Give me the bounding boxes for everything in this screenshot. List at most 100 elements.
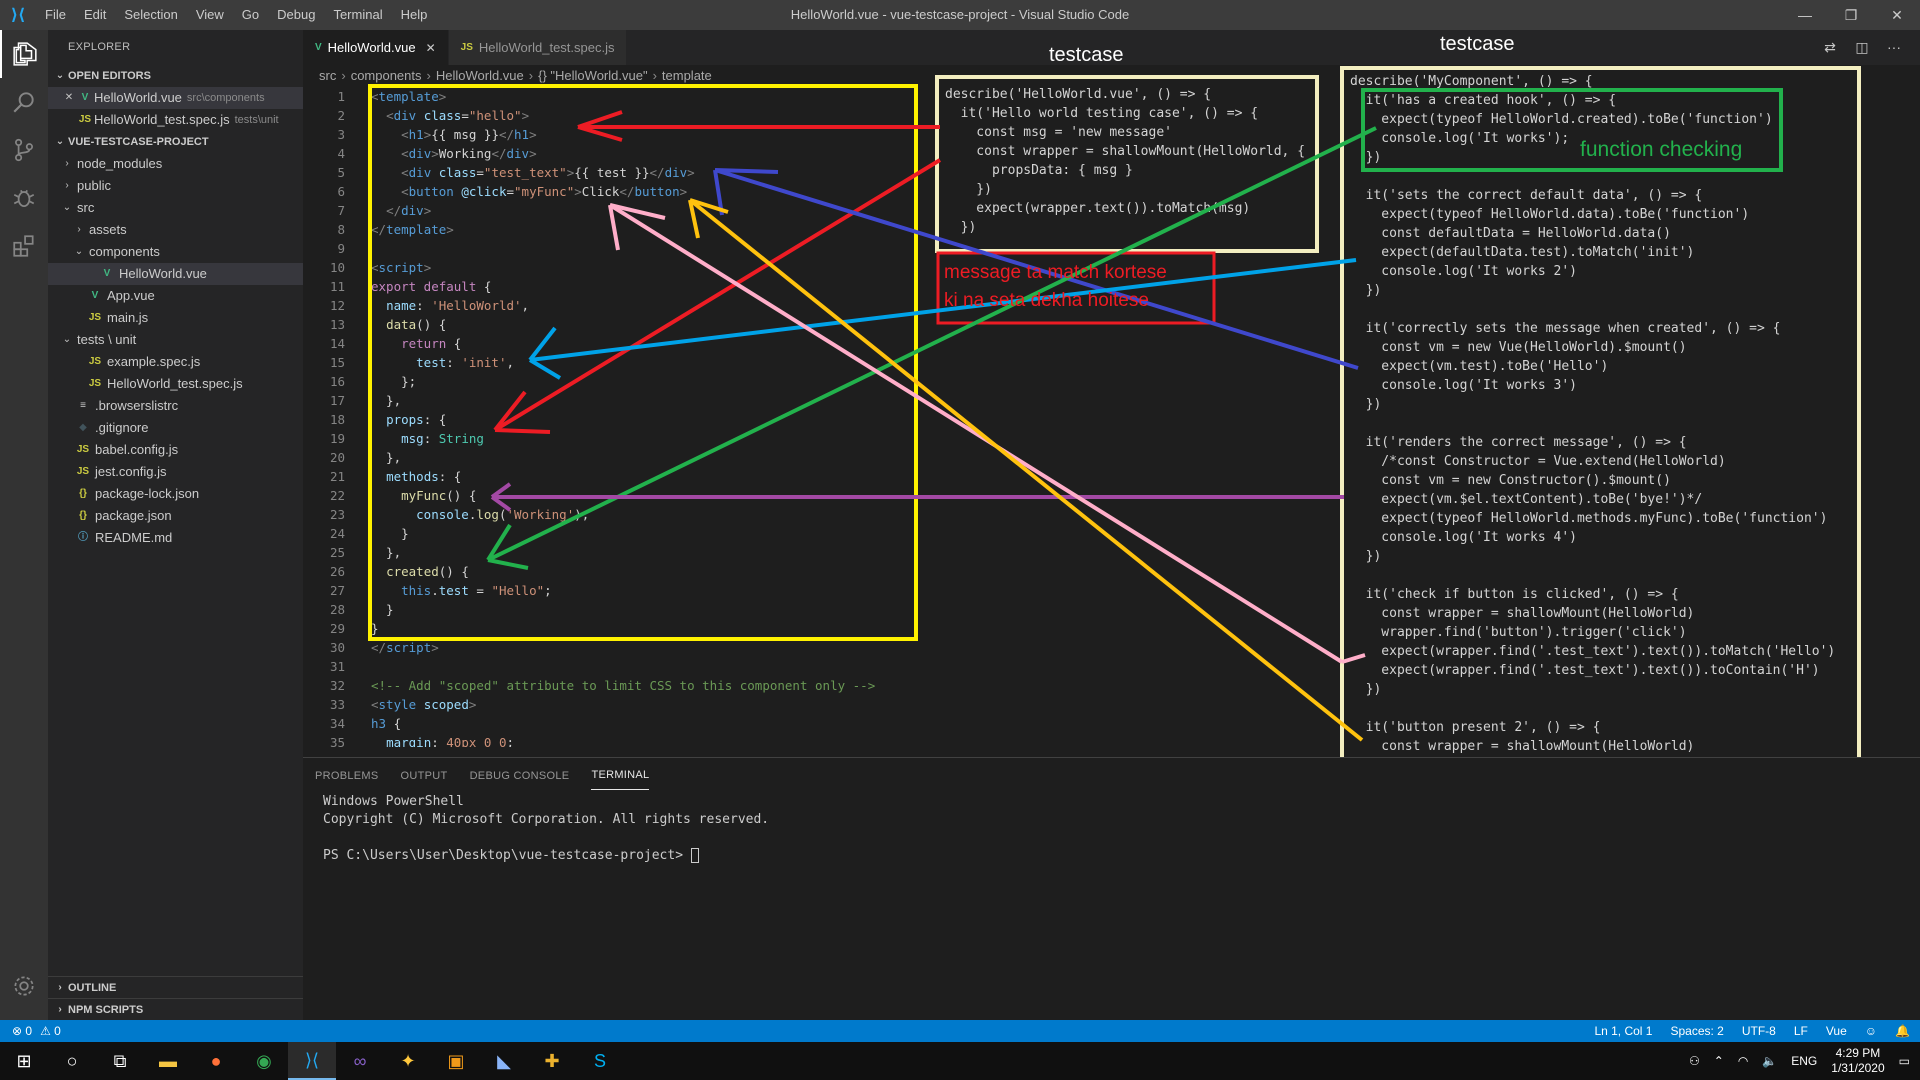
errors-count[interactable]: ⊗ 0 xyxy=(12,1024,32,1038)
menu-file[interactable]: File xyxy=(36,0,75,30)
warnings-count[interactable]: ⚠ 0 xyxy=(40,1024,61,1038)
project-header[interactable]: ⌄ VUE-TESTCASE-PROJECT xyxy=(48,131,303,153)
close-icon[interactable]: ✕ xyxy=(1874,0,1920,30)
line-number-text: 12 xyxy=(329,298,345,313)
testcase-code-line: expect(defaultData.test).toMatch('init') xyxy=(1350,245,1695,260)
file-tree-item[interactable]: JS main.js xyxy=(48,307,303,329)
source-control-icon[interactable] xyxy=(0,126,48,174)
open-editor-item[interactable]: JS HelloWorld_test.spec.js tests\unit xyxy=(48,109,303,131)
breadcrumb-item[interactable]: HelloWorld.vue xyxy=(436,65,524,87)
vscode-taskbar-icon[interactable]: ⟩⟨ xyxy=(288,1042,336,1080)
panel-tab-output[interactable]: OUTPUT xyxy=(401,762,448,790)
file-tree-item[interactable]: › node_modules xyxy=(48,153,303,175)
breadcrumb-item[interactable]: {} "HelloWorld.vue" xyxy=(538,65,647,87)
indentation[interactable]: Spaces: 2 xyxy=(1670,1024,1723,1038)
file-tree-item[interactable]: {} package-lock.json xyxy=(48,483,303,505)
file-tree-item[interactable]: ⓘ README.md xyxy=(48,527,303,549)
file-tree-item[interactable]: › assets xyxy=(48,219,303,241)
breadcrumb-item[interactable]: components xyxy=(351,65,422,87)
open-changes-icon[interactable]: ⇄ xyxy=(1814,30,1846,65)
minimize-icon[interactable]: — xyxy=(1782,0,1828,30)
file-tree-item[interactable]: ◆ .gitignore xyxy=(48,417,303,439)
extensions-icon[interactable] xyxy=(0,222,48,270)
breadcrumb-item[interactable]: template xyxy=(662,65,712,87)
skype-icon[interactable]: S xyxy=(576,1042,624,1080)
menu-help[interactable]: Help xyxy=(392,0,437,30)
menu-view[interactable]: View xyxy=(187,0,233,30)
testcase-code-line: it('correctly sets the message when crea… xyxy=(1350,321,1781,336)
debug-icon[interactable] xyxy=(0,174,48,222)
file-tree-item[interactable]: › public xyxy=(48,175,303,197)
menu-selection[interactable]: Selection xyxy=(115,0,186,30)
testcase-code-line: expect(wrapper.find('.test_text').text()… xyxy=(1350,663,1820,678)
action-center-icon[interactable]: ▭ xyxy=(1899,1054,1910,1068)
close-icon[interactable]: ✕ xyxy=(62,87,76,109)
clock[interactable]: 4:29 PM 1/31/2020 xyxy=(1831,1046,1884,1076)
file-tree-item[interactable]: JS example.spec.js xyxy=(48,351,303,373)
file-tree-item[interactable]: {} package.json xyxy=(48,505,303,527)
app-icon-1[interactable]: ✦ xyxy=(384,1042,432,1080)
breadcrumb-item[interactable]: src xyxy=(319,65,336,87)
slack-icon[interactable]: ✚ xyxy=(528,1042,576,1080)
chrome-icon[interactable]: ◉ xyxy=(240,1042,288,1080)
terminal-line-text: Windows PowerShell xyxy=(323,794,464,809)
start-icon[interactable]: ⊞ xyxy=(0,1042,48,1080)
chevron-right-icon: › xyxy=(58,1003,62,1015)
tab-helloworld-test-spec[interactable]: JS HelloWorld_test.spec.js xyxy=(448,30,628,65)
outline-header[interactable]: › OUTLINE xyxy=(48,976,303,998)
file-tree-item[interactable]: ⌄ tests \ unit xyxy=(48,329,303,351)
terminal-output[interactable]: Windows PowerShell Copyright (C) Microsof… xyxy=(303,793,1920,865)
open-editor-item[interactable]: ✕ V HelloWorld.vue src\components xyxy=(48,87,303,109)
tray-chevron-icon[interactable]: ⌃ xyxy=(1714,1054,1724,1068)
menu-debug[interactable]: Debug xyxy=(268,0,324,30)
file-tree-item[interactable]: JS HelloWorld_test.spec.js xyxy=(48,373,303,395)
more-actions-icon[interactable]: ··· xyxy=(1878,30,1910,65)
encoding[interactable]: UTF-8 xyxy=(1742,1024,1776,1038)
menu-edit[interactable]: Edit xyxy=(75,0,115,30)
tab-list: V HelloWorld.vue ✕ JS HelloWorld_test.spec.j… xyxy=(303,30,628,65)
cortana-icon[interactable]: ○ xyxy=(48,1042,96,1080)
cursor-position[interactable]: Ln 1, Col 1 xyxy=(1594,1024,1652,1038)
language-mode[interactable]: Vue xyxy=(1826,1024,1847,1038)
restore-icon[interactable]: ❐ xyxy=(1828,0,1874,30)
explorer-icon[interactable] xyxy=(0,30,48,78)
file-tree-item[interactable]: V App.vue xyxy=(48,285,303,307)
notifications-icon[interactable]: 🔔 xyxy=(1895,1024,1910,1038)
file-tree-item[interactable]: V HelloWorld.vue xyxy=(48,263,303,285)
visual-studio-icon[interactable]: ∞ xyxy=(336,1042,384,1080)
testcase-panel-1: describe('HelloWorld.vue', () => { it('H… xyxy=(937,77,1317,251)
panel-tab-problems[interactable]: PROBLEMS xyxy=(315,762,379,790)
firefox-icon[interactable]: ● xyxy=(192,1042,240,1080)
manage-gear-icon[interactable] xyxy=(0,962,48,1010)
file-tree-item[interactable]: ⌄ components xyxy=(48,241,303,263)
npm-scripts-header[interactable]: › NPM SCRIPTS xyxy=(48,998,303,1020)
file-tree-item[interactable]: ≡ .browserslistrc xyxy=(48,395,303,417)
app-icon-2[interactable]: ▣ xyxy=(432,1042,480,1080)
network-icon[interactable]: ◠ xyxy=(1738,1054,1748,1068)
split-editor-icon[interactable]: ◫ xyxy=(1846,30,1878,65)
language-indicator[interactable]: ENG xyxy=(1791,1054,1817,1068)
breadcrumb-separator-icon: › xyxy=(426,68,431,83)
menu-terminal[interactable]: Terminal xyxy=(324,0,391,30)
panel-tab-terminal[interactable]: TERMINAL xyxy=(591,761,650,790)
file-explorer-icon[interactable]: ▬ xyxy=(144,1042,192,1080)
file-tree-item[interactable]: JS jest.config.js xyxy=(48,461,303,483)
testcase-code-line: const wrapper = shallowMount(HelloWorld,… xyxy=(945,144,1306,159)
close-icon[interactable]: ✕ xyxy=(426,41,436,55)
open-editors-header[interactable]: ⌄ OPEN EDITORS xyxy=(48,65,303,87)
feedback-icon[interactable]: ☺ xyxy=(1865,1024,1877,1038)
eol[interactable]: LF xyxy=(1794,1024,1808,1038)
menu-go[interactable]: Go xyxy=(233,0,268,30)
file-tree-item[interactable]: ⌄ src xyxy=(48,197,303,219)
tab-helloworld-vue[interactable]: V HelloWorld.vue ✕ xyxy=(303,30,449,65)
search-icon[interactable] xyxy=(0,78,48,126)
people-icon[interactable]: ⚇ xyxy=(1689,1054,1700,1068)
vscode-logo-icon: ⟩⟨ xyxy=(10,7,26,24)
panel-tab-debug-console[interactable]: DEBUG CONSOLE xyxy=(470,762,570,790)
file-tree-item[interactable]: JS babel.config.js xyxy=(48,439,303,461)
testcase-code-line: console.log('It works 3') xyxy=(1350,378,1577,393)
line-number-text: 9 xyxy=(337,241,345,256)
app-icon-3[interactable]: ◣ xyxy=(480,1042,528,1080)
task-view-icon[interactable]: ⧉ xyxy=(96,1042,144,1080)
volume-icon[interactable]: 🔈 xyxy=(1762,1054,1777,1068)
